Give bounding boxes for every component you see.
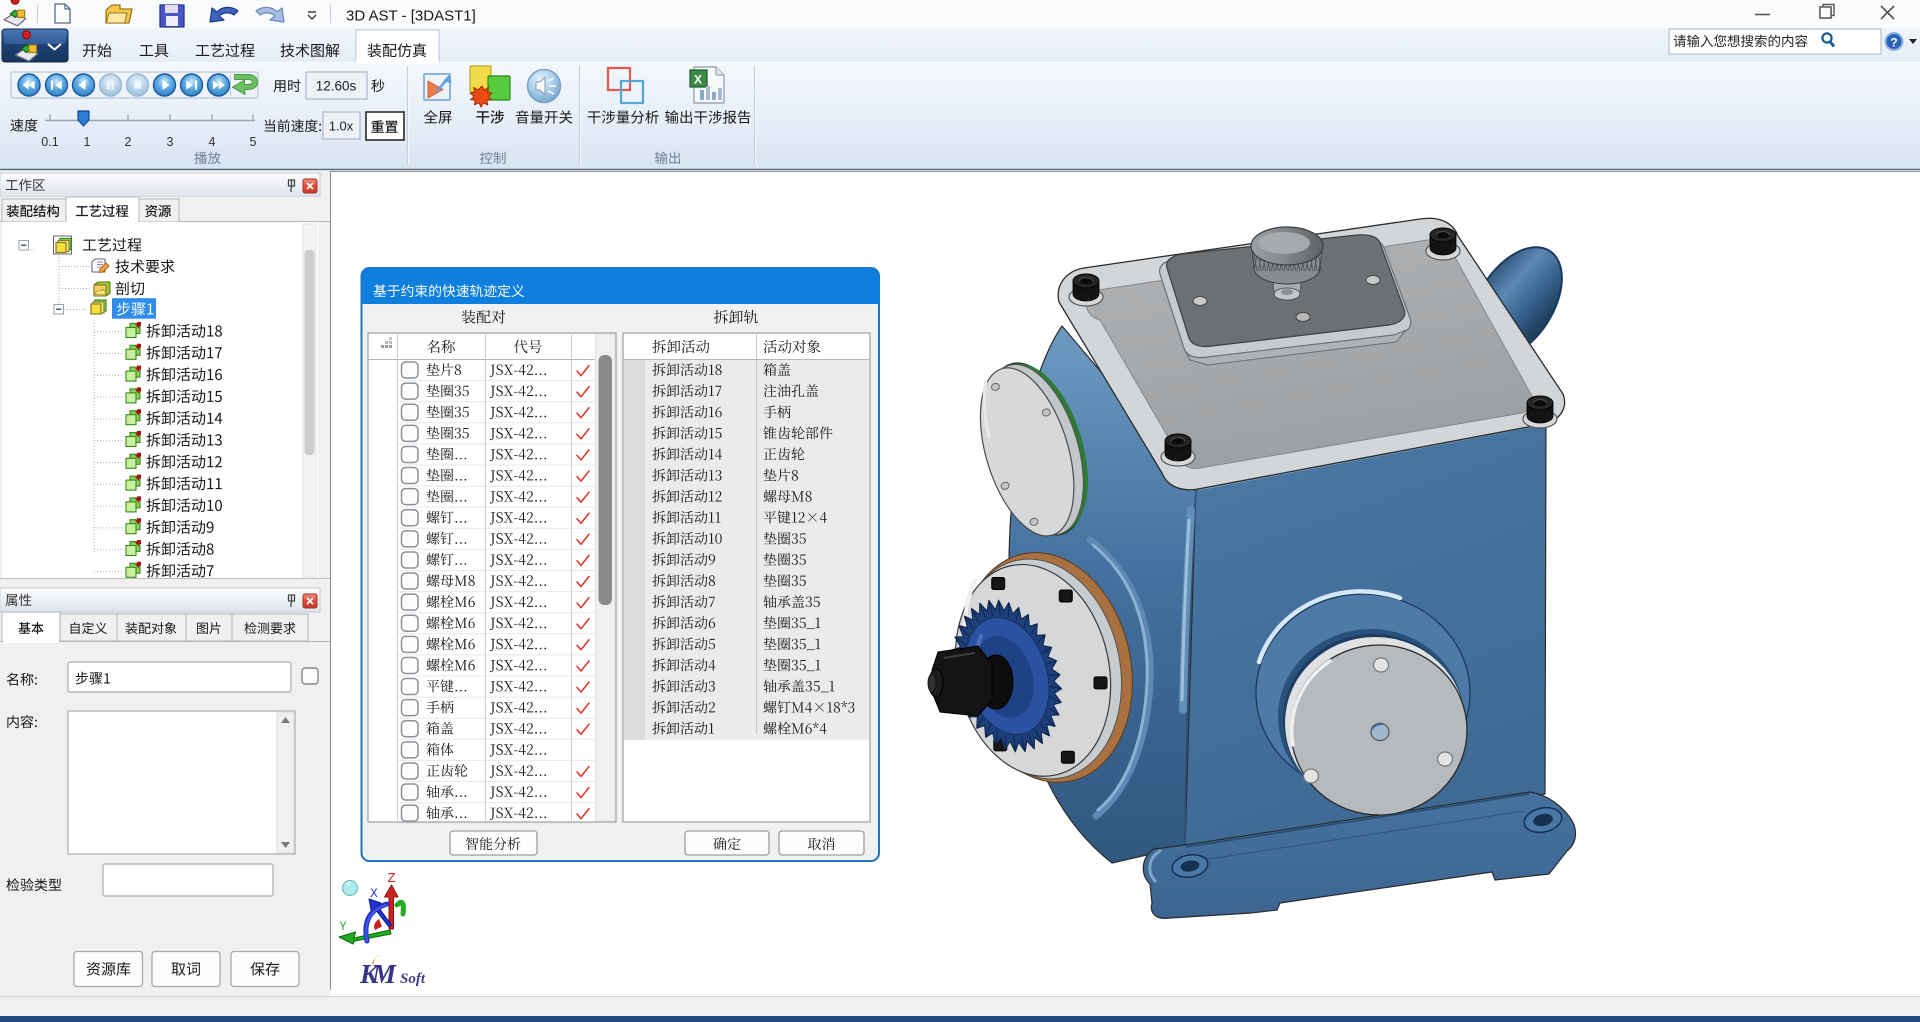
svg-text:3D AST - [3DAST1]: 3D AST - [3DAST1]	[346, 8, 476, 25]
svg-text:5: 5	[250, 135, 257, 149]
svg-text:2: 2	[125, 135, 132, 149]
svg-text:1.0x: 1.0x	[329, 119, 354, 134]
svg-text:?: ?	[1890, 36, 1897, 50]
svg-text:Soft: Soft	[400, 971, 426, 987]
svg-text:1: 1	[84, 135, 91, 149]
svg-text:Y: Y	[339, 920, 347, 934]
svg-text:4: 4	[209, 135, 216, 149]
svg-text:12.60s: 12.60s	[316, 79, 357, 94]
svg-text:0.1: 0.1	[41, 135, 58, 149]
svg-text:X: X	[370, 887, 378, 901]
svg-text:X: X	[694, 73, 702, 87]
svg-text:M: M	[371, 959, 397, 989]
svg-text:Z: Z	[387, 872, 395, 887]
svg-text:3: 3	[167, 135, 174, 149]
